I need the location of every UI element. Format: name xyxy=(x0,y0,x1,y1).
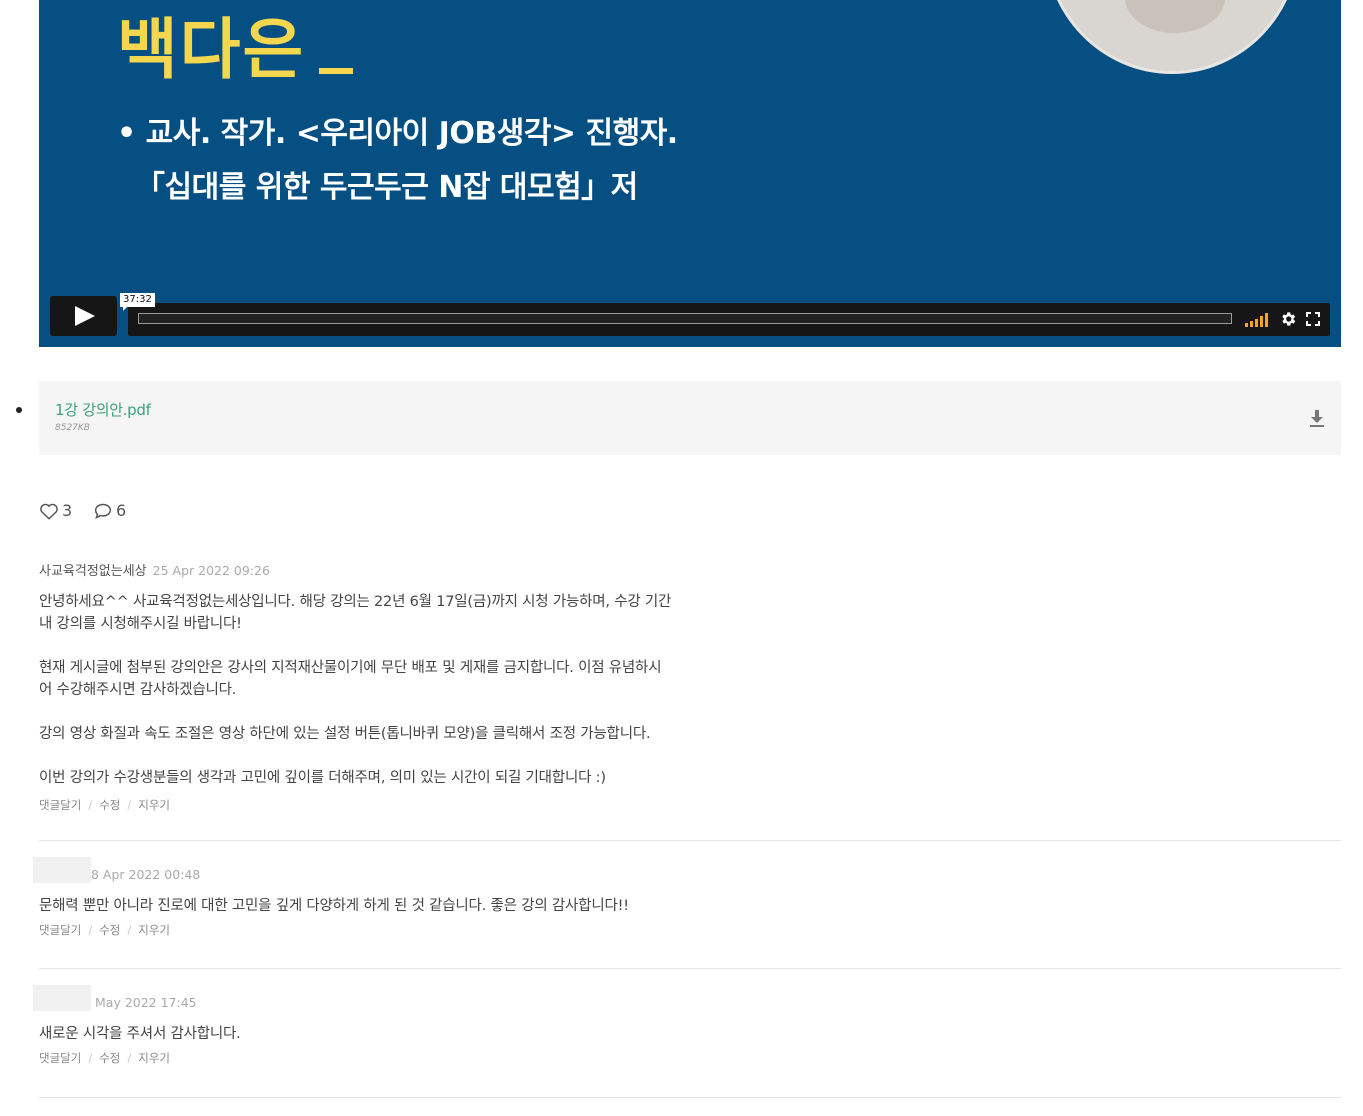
video-player[interactable]: 백다은 • 교사. 작가. <우리아이 JOB생각> 진행자. 「십대를 위한 … xyxy=(39,0,1341,347)
gear-icon[interactable] xyxy=(1279,310,1297,328)
divider xyxy=(39,968,1341,969)
comment-actions: 댓글달기 / 수정 / 지우기 xyxy=(39,923,170,937)
like-button[interactable]: 3 xyxy=(39,501,72,520)
play-button[interactable] xyxy=(50,296,117,336)
comment-actions: 댓글달기 / 수정 / 지우기 xyxy=(39,1051,170,1065)
instructor-photo xyxy=(1044,0,1300,74)
slide-book-line: 「십대를 위한 두근두근 N잡 대모험」저 xyxy=(135,170,638,205)
attachment-link[interactable]: 1강 강의안.pdf xyxy=(55,399,151,420)
divider xyxy=(39,840,1341,841)
video-controlbar xyxy=(128,303,1330,336)
comment-text: 문해력 뿐만 아니라 진로에 대한 고민을 깊게 다양하게 하게 된 것 같습니… xyxy=(39,898,629,914)
comment-actions: 댓글달기 / 수정 / 지우기 xyxy=(39,798,170,812)
edit-link[interactable]: 수정 xyxy=(99,1051,120,1065)
comment-date: 8 Apr 2022 00:48 xyxy=(91,867,201,882)
comment-meta: May 2022 17:45 xyxy=(39,994,1341,1012)
comment-date: May 2022 17:45 xyxy=(95,995,197,1010)
attachment-row: 1강 강의안.pdf 8527KB xyxy=(39,381,1341,455)
comment-count-button[interactable]: 6 xyxy=(93,501,126,520)
reply-link[interactable]: 댓글달기 xyxy=(39,1051,81,1065)
comment-text: 안녕하세요^^ 사교육걱정없는세상입니다. 해당 강의는 22년 6월 17일(… xyxy=(39,594,672,786)
delete-link[interactable]: 지우기 xyxy=(138,923,170,937)
comment-item: 8 Apr 2022 00:48 문해력 뿐만 아니라 진로에 대한 고민을 깊… xyxy=(39,866,1341,938)
comment-text: 새로운 시각을 주셔서 감사합니다. xyxy=(39,1026,241,1042)
comment-date: 25 Apr 2022 09:26 xyxy=(152,563,270,578)
delete-link[interactable]: 지우기 xyxy=(138,798,170,812)
progress-bar[interactable] xyxy=(138,313,1232,324)
download-icon[interactable] xyxy=(1309,409,1325,429)
edit-link[interactable]: 수정 xyxy=(99,798,120,812)
comment-meta: 8 Apr 2022 00:48 xyxy=(39,866,1341,884)
edit-link[interactable]: 수정 xyxy=(99,923,120,937)
fullscreen-icon[interactable] xyxy=(1306,312,1320,326)
comment-item: May 2022 17:45 새로운 시각을 주셔서 감사합니다. 댓글달기 / 수… xyxy=(39,994,1341,1066)
comment-author: 사교육걱정없는세상 xyxy=(39,564,147,579)
volume-icon[interactable] xyxy=(1245,313,1271,327)
attachment-size: 8527KB xyxy=(55,423,90,433)
slide-instructor-name: 백다은 xyxy=(117,0,354,92)
reply-link[interactable]: 댓글달기 xyxy=(39,798,81,812)
comment-meta: 사교육걱정없는세상 25 Apr 2022 09:26 xyxy=(39,562,1341,580)
list-bullet xyxy=(16,407,22,413)
comment-count: 6 xyxy=(116,501,127,520)
reply-link[interactable]: 댓글달기 xyxy=(39,923,81,937)
divider xyxy=(39,1097,1341,1098)
speech-bubble-icon xyxy=(94,503,112,519)
like-count: 3 xyxy=(62,501,73,520)
heart-icon xyxy=(40,503,58,520)
time-tooltip: 37:32 xyxy=(120,293,155,311)
delete-link[interactable]: 지우기 xyxy=(138,1051,170,1065)
comment-item: 사교육걱정없는세상 25 Apr 2022 09:26 안녕하세요^^ 사교육걱정… xyxy=(39,562,1341,813)
slide-bio-line: • 교사. 작가. <우리아이 JOB생각> 진행자. xyxy=(117,116,678,151)
